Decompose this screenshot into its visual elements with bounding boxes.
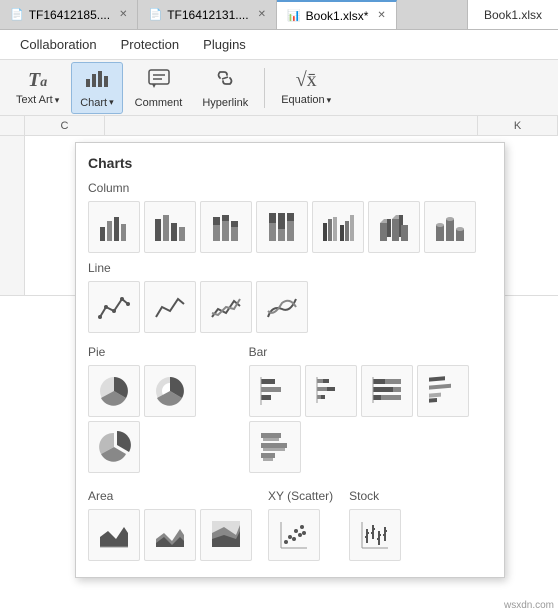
- stock-section-label: Stock: [349, 489, 401, 503]
- ribbon-nav: Collaboration Protection Plugins: [0, 30, 558, 60]
- window-title: Book1.xlsx: [484, 8, 542, 22]
- chart-arrow: ▾: [109, 97, 114, 108]
- chart-bar1[interactable]: [249, 365, 301, 417]
- equation-icon: √x̄: [296, 69, 317, 92]
- chart-col4[interactable]: [256, 201, 308, 253]
- chart-line3[interactable]: [200, 281, 252, 333]
- chart-button[interactable]: Chart ▾: [71, 62, 122, 114]
- excel-icon: 📊: [287, 9, 301, 22]
- watermark: wsxdn.com: [504, 600, 554, 611]
- chart-area3[interactable]: [200, 509, 252, 561]
- tab-tf2-label: TF16412131....: [167, 8, 248, 22]
- chart-area2[interactable]: [144, 509, 196, 561]
- textart-button[interactable]: Ta Text Art ▾: [8, 65, 67, 110]
- col-k-header: K: [478, 116, 558, 135]
- window-title-area: Book1.xlsx: [467, 0, 558, 29]
- stock-charts-row: [349, 509, 401, 561]
- chart-stock1[interactable]: [349, 509, 401, 561]
- area-section-label: Area: [88, 489, 252, 503]
- chart-bar5[interactable]: [249, 421, 301, 473]
- chart-col6[interactable]: [368, 201, 420, 253]
- pie-section-label: Pie: [88, 345, 233, 359]
- chart-pie2[interactable]: [144, 365, 196, 417]
- chart-label: Chart ▾: [80, 97, 113, 109]
- chart-col1[interactable]: [88, 201, 140, 253]
- chart-line2[interactable]: [144, 281, 196, 333]
- tab-tf1-label: TF16412185....: [29, 8, 110, 22]
- equation-arrow: ▾: [327, 95, 332, 106]
- nav-plugins[interactable]: Plugins: [191, 31, 258, 58]
- doc-icon-2: 📄: [148, 8, 162, 21]
- chart-line4[interactable]: [256, 281, 308, 333]
- col-c-header: C: [25, 116, 105, 135]
- charts-title: Charts: [88, 155, 492, 171]
- textart-icon: Ta: [28, 69, 47, 92]
- chart-xy1[interactable]: [268, 509, 320, 561]
- tab-book1-label: Book1.xlsx*: [306, 9, 369, 23]
- chart-dropdown: Charts Column: [75, 142, 505, 578]
- textart-arrow: ▾: [55, 95, 60, 106]
- doc-icon: 📄: [10, 8, 24, 21]
- chart-pie1[interactable]: [88, 365, 140, 417]
- column-charts-row: [88, 201, 492, 253]
- toolbar-separator: [264, 68, 265, 108]
- xy-section-label: XY (Scatter): [268, 489, 333, 503]
- chart-bar2[interactable]: [305, 365, 357, 417]
- hyperlink-icon: [212, 67, 238, 95]
- line-charts-row: [88, 281, 492, 333]
- chart-area1[interactable]: [88, 509, 140, 561]
- equation-button[interactable]: √x̄ Equation ▾: [273, 65, 339, 110]
- tab-book1-close[interactable]: ✕: [377, 10, 385, 21]
- chart-icon: [84, 67, 110, 95]
- pie-charts-row: [88, 365, 233, 473]
- chart-bar3[interactable]: [361, 365, 413, 417]
- tab-tf2[interactable]: 📄 TF16412131.... ✕: [138, 0, 276, 29]
- comment-button[interactable]: Comment: [127, 63, 191, 113]
- line-section-label: Line: [88, 261, 492, 275]
- nav-protection[interactable]: Protection: [109, 31, 192, 58]
- bar-charts-row: [249, 365, 492, 473]
- chart-line1[interactable]: [88, 281, 140, 333]
- tab-bar: 📄 TF16412185.... ✕ 📄 TF16412131.... ✕ 📊 …: [0, 0, 558, 30]
- nav-collaboration[interactable]: Collaboration: [8, 31, 109, 58]
- chart-bar4[interactable]: [417, 365, 469, 417]
- column-section-label: Column: [88, 181, 492, 195]
- chart-col2[interactable]: [144, 201, 196, 253]
- textart-label: Text Art ▾: [16, 94, 59, 106]
- hyperlink-label: Hyperlink: [202, 97, 248, 109]
- hyperlink-button[interactable]: Hyperlink: [194, 63, 256, 113]
- area-charts-row: [88, 509, 252, 561]
- comment-icon: [146, 67, 172, 95]
- equation-label: Equation ▾: [281, 94, 331, 106]
- chart-col5[interactable]: [312, 201, 364, 253]
- chart-col3[interactable]: [200, 201, 252, 253]
- toolbar: Ta Text Art ▾ Chart ▾: [0, 60, 558, 116]
- xy-charts-row: [268, 509, 333, 561]
- chart-col7[interactable]: [424, 201, 476, 253]
- tab-tf1-close[interactable]: ✕: [119, 9, 127, 20]
- chart-pie3[interactable]: [88, 421, 140, 473]
- comment-label: Comment: [135, 97, 183, 109]
- tab-tf2-close[interactable]: ✕: [258, 9, 266, 20]
- bar-section-label: Bar: [249, 345, 492, 359]
- tab-tf1[interactable]: 📄 TF16412185.... ✕: [0, 0, 138, 29]
- tab-book1[interactable]: 📊 Book1.xlsx* ✕: [277, 0, 397, 29]
